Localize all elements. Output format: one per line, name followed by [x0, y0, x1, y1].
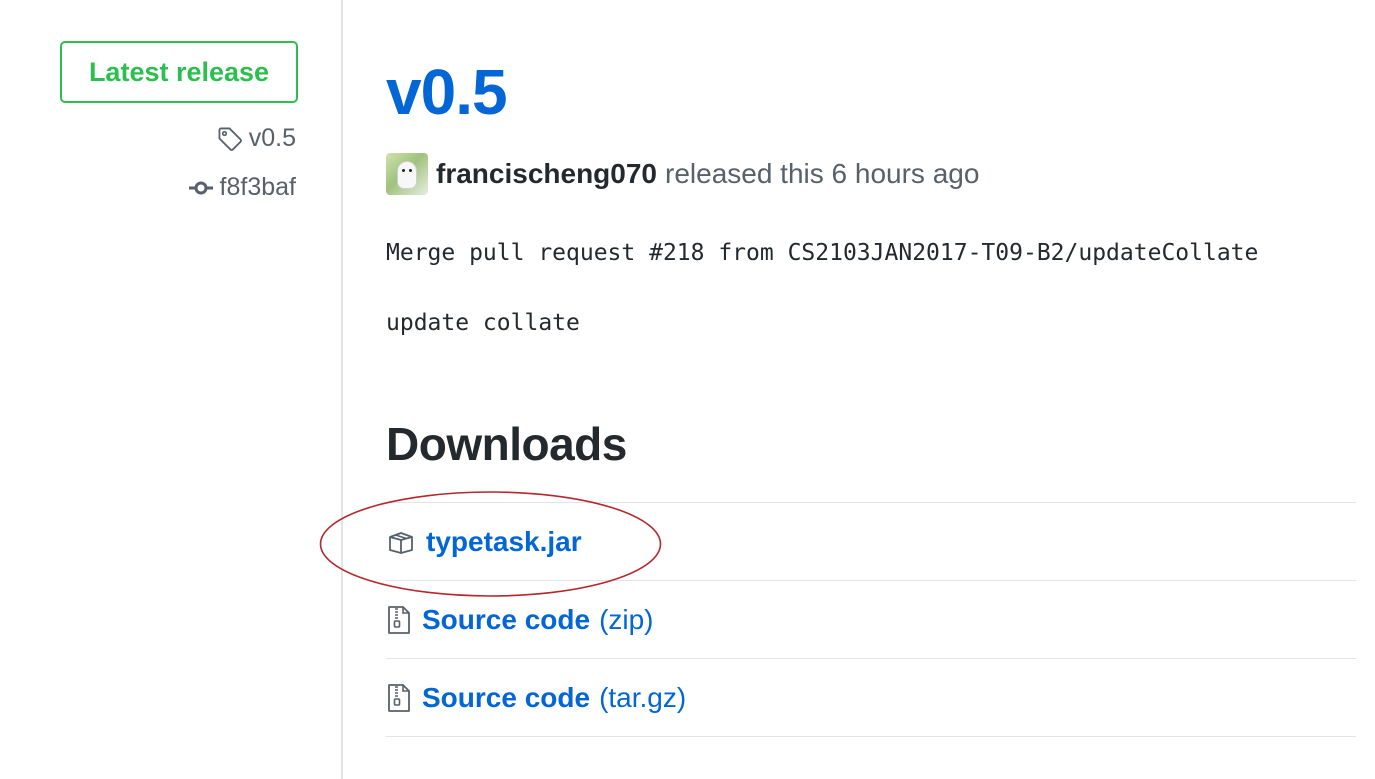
- tag-link[interactable]: v0.5: [217, 124, 296, 153]
- download-link-targz[interactable]: Source code: [422, 682, 590, 714]
- commit-link[interactable]: f8f3baf: [188, 173, 296, 202]
- downloads-list: typetask.jar Source code (zip) Source co…: [386, 502, 1356, 737]
- avatar[interactable]: [386, 153, 428, 195]
- release-meta-sidebar: Latest release v0.5 f8f3baf: [0, 0, 343, 779]
- tag-label: v0.5: [248, 124, 296, 152]
- release-notes: Merge pull request #218 from CS2103JAN20…: [386, 235, 1258, 341]
- download-format-zip: (zip): [599, 603, 654, 635]
- download-link-zip[interactable]: Source code: [422, 604, 590, 636]
- package-icon: [386, 529, 416, 555]
- release-notes-line: update collate: [386, 310, 580, 336]
- download-item-targz: Source code (tar.gz): [386, 659, 1356, 737]
- downloads-heading: Downloads: [386, 418, 627, 470]
- release-author-line: francischeng070 released this 6 hours ag…: [386, 153, 979, 195]
- file-zip-icon: [386, 683, 412, 713]
- file-zip-icon: [386, 605, 412, 635]
- download-item-jar: typetask.jar: [386, 503, 1356, 581]
- released-time-text: released this 6 hours ago: [665, 158, 980, 189]
- tag-icon: [217, 126, 243, 152]
- latest-release-badge: Latest release: [60, 41, 298, 103]
- author-link[interactable]: francischeng070: [436, 158, 657, 190]
- release-title[interactable]: v0.5: [386, 52, 508, 132]
- latest-release-label: Latest release: [88, 56, 270, 87]
- release-notes-line: Merge pull request #218 from CS2103JAN20…: [386, 240, 1259, 266]
- commit-label: f8f3baf: [219, 173, 296, 201]
- git-commit-icon: [188, 179, 214, 197]
- download-link-jar[interactable]: typetask.jar: [426, 526, 582, 558]
- download-item-zip: Source code (zip): [386, 581, 1356, 659]
- download-format-targz: (tar.gz): [599, 681, 687, 713]
- release-page: Latest release v0.5 f8f3baf v0.5 francis…: [0, 0, 1375, 779]
